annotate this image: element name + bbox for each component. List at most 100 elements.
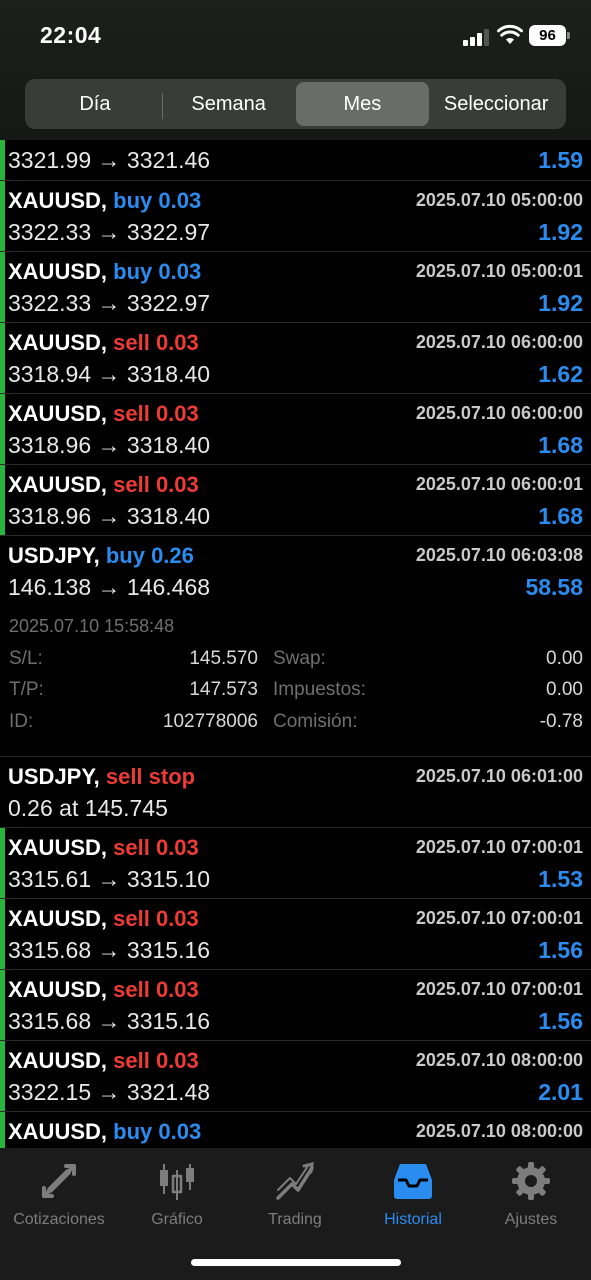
deal-row[interactable]: XAUUSD, sell 0.03 2025.07.10 06:00:00 33… [0, 394, 591, 465]
deal-profit: 1.56 [538, 937, 583, 963]
deal-profit: 1.56 [538, 1008, 583, 1034]
deal-symbol: XAUUSD, [8, 906, 108, 931]
order-prices: 0.26 at 145.745 [8, 795, 168, 821]
tab-label: Gráfico [151, 1211, 203, 1228]
tab-historial[interactable]: Historial [354, 1160, 472, 1229]
profit-indicator-bar [0, 140, 5, 180]
deal-prices: 3321.99 → 3321.46 [8, 147, 211, 173]
segment-seleccionar[interactable]: Seleccionar [429, 82, 563, 126]
profit-indicator-bar [0, 465, 5, 535]
deal-profit: 58.58 [525, 574, 583, 600]
deal-row[interactable]: XAUUSD, buy 0.03 2025.07.10 05:00:00 332… [0, 181, 591, 252]
tab-label: Trading [268, 1211, 322, 1228]
deal-profit: 1.68 [538, 503, 583, 529]
segment-semana[interactable]: Semana [161, 82, 296, 126]
period-segmented-control: Día Semana Mes Seleccionar [25, 79, 566, 129]
deal-prices: 146.138 → 146.468 [8, 574, 211, 600]
tab-trading[interactable]: Trading [236, 1160, 354, 1229]
id-label: ID: [9, 711, 34, 732]
deal-time: 2025.07.10 05:00:01 [415, 261, 583, 281]
order-symbol: USDJPY, [8, 764, 100, 789]
history-list: 3321.99 → 3321.46 1.59 XAUUSD, buy 0.03 … [0, 140, 591, 1148]
header: 22:04 96 Día Semana Mes Seleccionar [0, 0, 591, 140]
swap-value: 0.00 [546, 648, 583, 669]
tax-value: 0.00 [546, 679, 583, 700]
deal-time: 2025.07.10 07:00:01 [415, 979, 583, 999]
deal-time: 2025.07.10 08:00:00 [415, 1050, 583, 1070]
cellular-signal-icon [463, 28, 489, 46]
id-value: 102778006 [162, 711, 258, 732]
segment-dia[interactable]: Día [28, 82, 162, 126]
segment-mes[interactable]: Mes [295, 82, 430, 126]
tab-cotizaciones[interactable]: Cotizaciones [0, 1160, 118, 1229]
deal-prices: 3322.15 → 3321.48 [8, 1079, 211, 1105]
deal-prices: 3318.96 → 3318.40 [8, 503, 211, 529]
tp-label: T/P: [9, 679, 44, 700]
close-time: 2025.07.10 15:58:48 [9, 616, 175, 636]
deal-row[interactable]: XAUUSD, buy 0.03 2025.07.10 05:00:01 332… [0, 252, 591, 323]
sl-label: S/L: [9, 648, 43, 669]
profit-indicator-bar [0, 828, 5, 898]
tab-label: Ajustes [504, 1211, 558, 1228]
segment-divider [161, 93, 163, 119]
deal-time: 2025.07.10 06:00:00 [415, 403, 583, 423]
deal-side: buy 0.03 [113, 1119, 202, 1144]
deal-row[interactable]: XAUUSD, sell 0.03 2025.07.10 07:00:01 33… [0, 828, 591, 899]
deal-symbol: XAUUSD, [8, 1119, 108, 1144]
deal-symbol: XAUUSD, [8, 259, 108, 284]
deal-side: buy 0.03 [113, 259, 202, 284]
deal-prices: 3318.96 → 3318.40 [8, 432, 211, 458]
tab-ajustes[interactable]: Ajustes [472, 1160, 590, 1229]
profit-indicator-bar [0, 394, 5, 464]
quotes-arrows-icon [42, 1164, 76, 1198]
deal-side: sell 0.03 [113, 906, 199, 931]
history-inbox-icon [394, 1164, 432, 1199]
deal-side: sell 0.03 [113, 1048, 199, 1073]
deal-prices: 3322.33 → 3322.97 [8, 219, 211, 245]
order-row[interactable]: USDJPY, sell stop 2025.07.10 06:01:00 0.… [0, 757, 591, 828]
commission-value: -0.78 [539, 711, 583, 732]
deal-profit: 1.68 [538, 432, 583, 458]
deal-symbol: XAUUSD, [8, 472, 108, 497]
deal-row[interactable]: XAUUSD, sell 0.03 2025.07.10 08:00:00 33… [0, 1041, 591, 1112]
deal-profit: 1.92 [538, 219, 583, 245]
tab-grafico[interactable]: Gráfico [118, 1160, 236, 1229]
deal-side: buy 0.26 [105, 543, 194, 568]
trading-trend-icon [276, 1162, 314, 1200]
tax-label: Impuestos: [273, 679, 366, 700]
deal-prices: 3318.94 → 3318.40 [8, 361, 211, 387]
deal-profit: 1.53 [538, 866, 583, 892]
deal-symbol: XAUUSD, [8, 188, 108, 213]
tab-label: Historial [384, 1211, 442, 1228]
deal-row[interactable]: XAUUSD, sell 0.03 2025.07.10 06:00:00 33… [0, 323, 591, 394]
commission-label: Comisión: [273, 711, 358, 732]
deal-row-expanded[interactable]: USDJPY, buy 0.26 2025.07.10 06:03:08 146… [0, 536, 591, 757]
deal-symbol: XAUUSD, [8, 977, 108, 1002]
profit-indicator-bar [0, 899, 5, 969]
deal-row[interactable]: XAUUSD, buy 0.03 2025.07.10 08:00:00 [0, 1112, 591, 1148]
deal-side: sell 0.03 [113, 835, 199, 860]
order-type: sell stop [105, 764, 196, 789]
status-time: 22:04 [40, 22, 102, 48]
deal-prices: 3322.33 → 3322.97 [8, 290, 211, 316]
deal-prices: 3315.68 → 3315.16 [8, 1008, 211, 1034]
profit-indicator-bar [0, 1041, 5, 1111]
order-time: 2025.07.10 06:01:00 [415, 766, 583, 786]
deal-row[interactable]: XAUUSD, sell 0.03 2025.07.10 07:00:01 33… [0, 970, 591, 1041]
swap-label: Swap: [273, 648, 326, 669]
tp-value: 147.573 [189, 679, 258, 700]
deal-profit: 1.59 [538, 147, 583, 173]
deal-row[interactable]: XAUUSD, sell 0.03 2025.07.10 06:00:01 33… [0, 465, 591, 536]
deal-row[interactable]: 3321.99 → 3321.46 1.59 [0, 140, 591, 181]
profit-indicator-bar [0, 181, 5, 251]
deal-time: 2025.07.10 07:00:01 [415, 837, 583, 857]
deal-symbol: XAUUSD, [8, 835, 108, 860]
deal-time: 2025.07.10 05:00:00 [415, 190, 583, 210]
deal-time: 2025.07.10 08:00:00 [415, 1121, 583, 1141]
deal-time: 2025.07.10 06:03:08 [415, 545, 583, 565]
deal-row[interactable]: XAUUSD, sell 0.03 2025.07.10 07:00:01 33… [0, 899, 591, 970]
profit-indicator-bar [0, 1112, 5, 1148]
profit-indicator-bar [0, 252, 5, 322]
gear-icon [512, 1162, 550, 1200]
deal-profit: 2.01 [538, 1079, 583, 1105]
